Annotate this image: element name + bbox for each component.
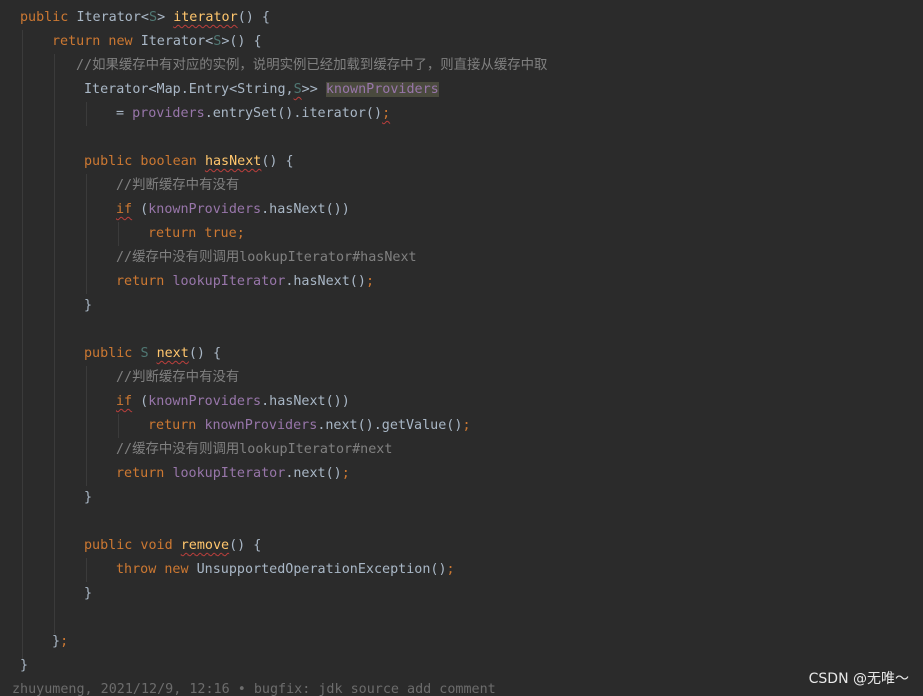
- code-token: public void: [84, 538, 181, 553]
- code-token: Iterator<: [140, 34, 214, 49]
- code-token: //判断缓存中有没有: [116, 370, 240, 385]
- indent-guide: [86, 558, 87, 582]
- code-line[interactable]: return new Iterator<S>() {: [52, 30, 262, 54]
- code-token: () {: [237, 10, 270, 25]
- indent-guide: [118, 414, 119, 438]
- git-blame-annotation: zhuyumeng, 2021/12/9, 12:16 • bugfix: jd…: [12, 682, 496, 696]
- code-token: (: [132, 202, 149, 217]
- code-token: hasNext: [204, 154, 262, 169]
- code-line[interactable]: return lookupIterator.next();: [116, 462, 350, 486]
- code-token: Iterator<: [76, 10, 149, 25]
- code-token: =: [116, 106, 133, 121]
- code-token: lookupIterator: [172, 466, 286, 481]
- code-token: ;: [365, 274, 374, 289]
- code-token: knownProviders: [148, 202, 262, 217]
- code-token: ;: [462, 418, 471, 433]
- code-token: ;: [236, 226, 245, 241]
- code-token: throw new: [116, 562, 197, 577]
- code-token: }: [84, 298, 93, 313]
- indent-guide: [54, 54, 55, 634]
- code-token: }: [84, 586, 93, 601]
- code-token: Iterator<Map.Entry<String,: [84, 82, 294, 97]
- code-line[interactable]: return knownProviders.next().getValue();: [148, 414, 471, 438]
- code-token: >() {: [221, 34, 262, 49]
- csdn-watermark: CSDN @无唯～: [808, 671, 909, 687]
- indent-guide: [86, 366, 87, 486]
- code-token: next: [156, 346, 189, 361]
- code-token: ;: [60, 634, 69, 649]
- code-token: .hasNext()): [261, 202, 350, 217]
- code-token: if: [116, 394, 133, 409]
- code-line[interactable]: return true;: [148, 222, 245, 246]
- code-line[interactable]: return lookupIterator.hasNext();: [116, 270, 374, 294]
- code-token: if: [116, 202, 133, 217]
- code-token: public boolean: [84, 154, 205, 169]
- code-token: ;: [341, 466, 350, 481]
- code-token: .next().getValue(): [317, 418, 463, 433]
- code-token: .entrySet().iterator(): [204, 106, 383, 121]
- code-token: return true: [148, 226, 237, 241]
- code-line[interactable]: //缓存中没有则调用lookupIterator#hasNext: [116, 246, 417, 270]
- code-line[interactable]: }: [20, 654, 28, 678]
- code-line[interactable]: if (knownProviders.hasNext()): [116, 390, 350, 414]
- code-line[interactable]: public boolean hasNext() {: [84, 150, 294, 174]
- code-token: //缓存中没有则调用lookupIterator#next: [116, 442, 393, 457]
- code-token: //如果缓存中有对应的实例，说明实例已经加载到缓存中了，则直接从缓存中取: [76, 58, 548, 73]
- code-line[interactable]: }: [84, 294, 92, 318]
- code-token: () {: [261, 154, 294, 169]
- code-token: public: [84, 346, 141, 361]
- code-line[interactable]: throw new UnsupportedOperationException(…: [116, 558, 455, 582]
- indent-guide: [118, 222, 119, 246]
- code-line[interactable]: }: [84, 486, 92, 510]
- code-token: .hasNext(): [285, 274, 366, 289]
- code-line[interactable]: //判断缓存中有没有: [116, 366, 239, 390]
- code-line[interactable]: };: [52, 630, 68, 654]
- code-line[interactable]: if (knownProviders.hasNext()): [116, 198, 350, 222]
- code-token: ;: [446, 562, 455, 577]
- indent-guide: [22, 30, 23, 660]
- code-line[interactable]: = providers.entrySet().iterator();: [116, 102, 390, 126]
- code-token: remove: [180, 538, 230, 553]
- code-token: ;: [382, 106, 391, 121]
- code-token: providers: [132, 106, 205, 121]
- code-token: >>: [301, 82, 326, 97]
- code-token: return: [116, 274, 173, 289]
- code-line[interactable]: //如果缓存中有对应的实例，说明实例已经加载到缓存中了，则直接从缓存中取: [76, 54, 547, 78]
- code-token: //判断缓存中有没有: [116, 178, 240, 193]
- code-token: S: [149, 10, 158, 25]
- indent-guide: [86, 174, 87, 294]
- indent-guide: [86, 102, 87, 126]
- code-token: S: [140, 346, 157, 361]
- code-token: S: [293, 82, 302, 97]
- code-token: () {: [229, 538, 262, 553]
- code-token: public: [20, 10, 77, 25]
- code-line[interactable]: //判断缓存中有没有: [116, 174, 239, 198]
- code-token: //缓存中没有则调用lookupIterator#hasNext: [116, 250, 417, 265]
- code-line[interactable]: public S next() {: [84, 342, 221, 366]
- code-token: .next(): [285, 466, 342, 481]
- code-line[interactable]: public Iterator<S> iterator() {: [20, 6, 270, 30]
- code-token: }: [84, 490, 93, 505]
- code-line[interactable]: //缓存中没有则调用lookupIterator#next: [116, 438, 392, 462]
- code-token: lookupIterator: [172, 274, 286, 289]
- code-token: return: [148, 418, 205, 433]
- code-line[interactable]: Iterator<Map.Entry<String,S>> knownProvi…: [84, 78, 439, 102]
- code-token: >: [157, 10, 174, 25]
- code-token: (: [132, 394, 149, 409]
- code-editor[interactable]: public Iterator<S> iterator() {return ne…: [0, 0, 923, 696]
- code-token: knownProviders: [325, 82, 439, 97]
- code-token: UnsupportedOperationException(): [196, 562, 447, 577]
- code-token: return: [116, 466, 173, 481]
- code-token: }: [20, 658, 29, 673]
- code-token: .hasNext()): [261, 394, 350, 409]
- code-token: iterator: [173, 10, 238, 25]
- code-token: knownProviders: [204, 418, 318, 433]
- code-token: }: [52, 634, 61, 649]
- code-token: return new: [52, 34, 141, 49]
- code-line[interactable]: }: [84, 582, 92, 606]
- code-token: () {: [188, 346, 222, 361]
- code-token: knownProviders: [148, 394, 262, 409]
- code-line[interactable]: public void remove() {: [84, 534, 261, 558]
